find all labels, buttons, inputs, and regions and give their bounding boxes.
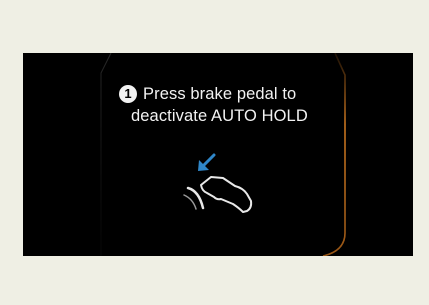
message-line-1: Press brake pedal to [143,85,297,103]
brake-pedal-foot-icon [183,153,253,213]
press-down-arrow-icon [198,153,216,171]
step-number-badge: 1 [119,85,137,103]
cluster-display: 1 Press brake pedal to deactivate AUTO H… [23,53,413,256]
message-line-2: deactivate AUTO HOLD [131,107,308,125]
auto-hold-message: 1 Press brake pedal to deactivate AUTO H… [119,83,329,127]
